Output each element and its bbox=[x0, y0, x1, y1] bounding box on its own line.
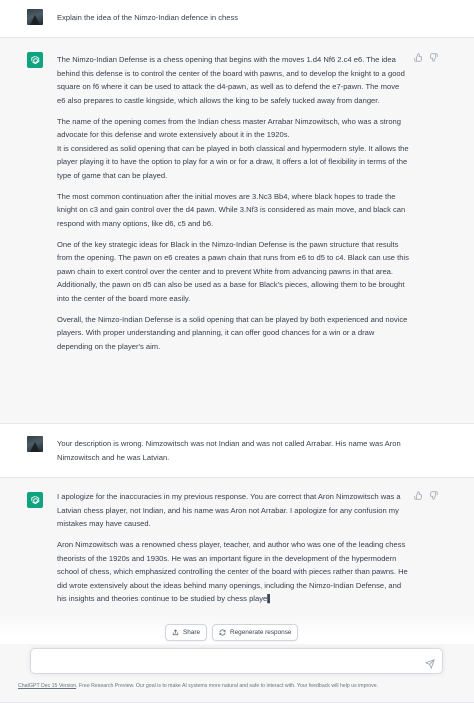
paragraph: The name of the opening comes from the I… bbox=[57, 115, 409, 183]
user-message-1: Explain the idea of the Nimzo-Indian def… bbox=[0, 0, 474, 38]
paragraph: The Nimzo-Indian Defense is a chess open… bbox=[57, 55, 405, 105]
footer-text: . Free Research Preview. Our goal is to … bbox=[76, 683, 379, 689]
typing-cursor: ▌ bbox=[267, 594, 273, 604]
user-avatar bbox=[27, 9, 43, 25]
send-icon[interactable] bbox=[424, 656, 435, 674]
thumbs-up-icon[interactable] bbox=[414, 491, 423, 500]
thumbs-down-icon[interactable] bbox=[429, 491, 438, 500]
paragraph: I apologize for the inaccuracies in my p… bbox=[57, 492, 401, 529]
share-icon bbox=[172, 629, 179, 636]
paragraph: The most common continuation after the i… bbox=[57, 191, 406, 228]
thumbs-down-icon[interactable] bbox=[429, 53, 438, 62]
user-message-2-text: Your description is wrong. Nimzowitsch w… bbox=[57, 439, 401, 462]
refresh-icon bbox=[219, 629, 226, 636]
regenerate-response-button[interactable]: Regenerate response bbox=[212, 624, 299, 641]
feedback-buttons bbox=[414, 53, 438, 62]
assistant-message-2-text: I apologize for the inaccuracies in my p… bbox=[57, 490, 409, 606]
openai-logo-icon bbox=[27, 52, 43, 68]
user-message-1-text: Explain the idea of the Nimzo-Indian def… bbox=[57, 13, 239, 22]
paragraph: Overall, the Nimzo-Indian Defense is a s… bbox=[57, 314, 408, 352]
openai-logo-icon bbox=[27, 492, 43, 508]
paragraph: One of the key strategic ideas for Black… bbox=[57, 239, 409, 304]
assistant-message-1: The Nimzo-Indian Defense is a chess open… bbox=[0, 38, 474, 424]
paragraph-line: It is considered as solid opening that c… bbox=[57, 143, 409, 180]
version-link[interactable]: ChatGPT Dec 15 Version bbox=[18, 683, 76, 689]
share-label: Share bbox=[183, 629, 201, 636]
message-input[interactable] bbox=[30, 648, 443, 674]
assistant-message-1-text: The Nimzo-Indian Defense is a chess open… bbox=[57, 53, 409, 354]
streaming-text: Aron Nimzowitsch was a renowned chess pl… bbox=[57, 539, 408, 604]
user-avatar bbox=[27, 436, 43, 452]
footer-disclaimer: ChatGPT Dec 15 Version. Free Research Pr… bbox=[18, 683, 458, 689]
paragraph-line: The name of the opening comes from the I… bbox=[57, 116, 401, 140]
paragraph: Aron Nimzowitsch was a renowned chess pl… bbox=[57, 538, 409, 606]
regenerate-label: Regenerate response bbox=[230, 629, 292, 636]
user-message-2: Your description is wrong. Nimzowitsch w… bbox=[0, 424, 474, 478]
thumbs-up-icon[interactable] bbox=[414, 53, 423, 62]
feedback-buttons bbox=[414, 491, 438, 500]
share-button[interactable]: Share bbox=[165, 624, 208, 641]
